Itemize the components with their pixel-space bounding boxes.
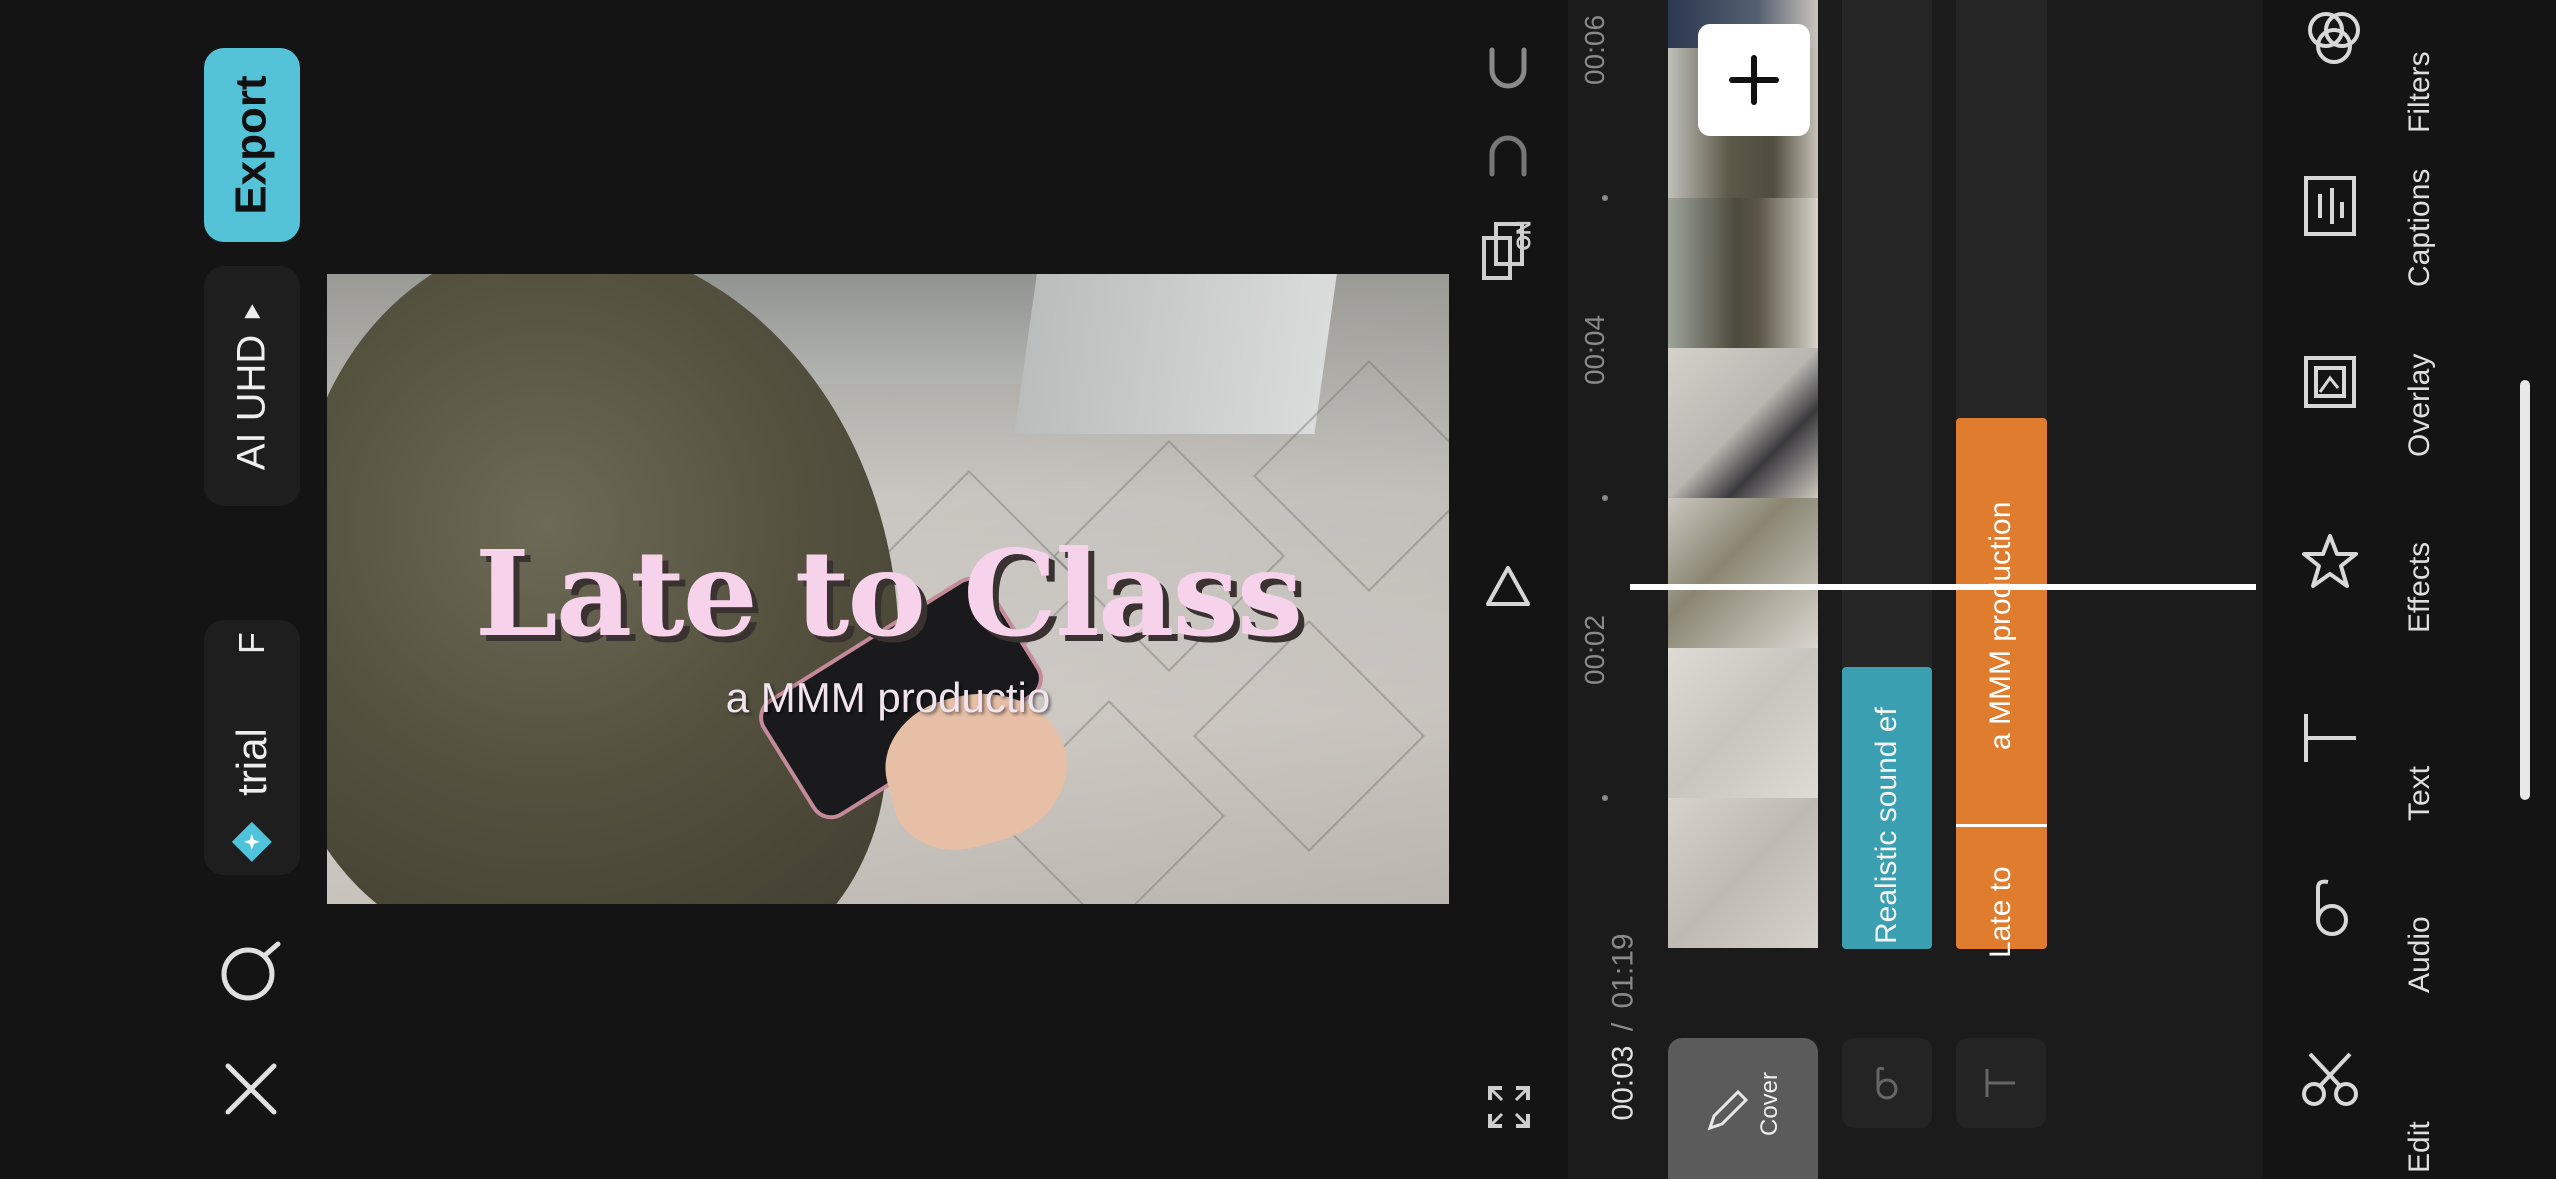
trial-extra-label: F <box>231 631 272 654</box>
video-subtitle-overlay: a MMM productio <box>725 674 1051 721</box>
time-tick: 00:02 <box>1579 614 1611 686</box>
time-tick: 00:04 <box>1579 314 1611 386</box>
tool-audio[interactable]: Audio <box>2290 860 2450 1010</box>
captions-icon <box>2304 176 2356 236</box>
quality-selector[interactable]: AI UHD <box>204 266 300 506</box>
current-time: 00:03 <box>1606 1045 1640 1121</box>
keyframe-on-label: ON <box>1513 220 1536 251</box>
tool-effects[interactable]: Effects <box>2290 520 2450 670</box>
tool-label: Effects <box>2403 541 2436 633</box>
scissors-icon <box>2302 1052 2358 1106</box>
diamond-icon <box>232 821 272 862</box>
tool-edit[interactable]: Edit <box>2290 1020 2450 1173</box>
tool-label: Overlay <box>2403 353 2436 457</box>
plus-icon <box>1729 55 1779 105</box>
fullscreen-icon[interactable] <box>1486 1084 1532 1130</box>
filters-icon <box>2308 12 2360 64</box>
text-clip-label: Late to <box>1984 866 2017 958</box>
music-note-icon <box>1876 1066 1898 1100</box>
tool-captions[interactable]: Captions <box>2290 160 2450 310</box>
tool-label: Captions <box>2403 168 2436 287</box>
trial-label: trial <box>228 727 275 796</box>
sound-effect-clip[interactable]: Realistic sound ef <box>1842 667 1932 949</box>
export-label: Export <box>227 75 277 215</box>
trial-button[interactable]: trial F <box>204 620 300 875</box>
audio-icon <box>2316 879 2348 936</box>
video-frame-thumbnail[interactable] <box>1668 198 1818 350</box>
time-readout: 00:03 / 01:19 <box>1606 933 1640 1121</box>
video-preview[interactable]: Late to Class a MMM productio <box>327 274 1449 904</box>
search-icon[interactable] <box>218 938 284 1004</box>
pencil-icon <box>1707 1089 1749 1131</box>
close-icon[interactable] <box>224 1062 278 1116</box>
video-frame-thumbnail[interactable] <box>1668 348 1818 500</box>
add-clip-button[interactable] <box>1698 24 1810 136</box>
add-text-button[interactable] <box>1956 1038 2046 1128</box>
video-title-overlay: Late to Class <box>474 524 1303 663</box>
caret-right-icon <box>244 304 261 319</box>
tool-text[interactable]: Text <box>2290 690 2450 840</box>
quality-label: AI UHD <box>229 334 274 470</box>
export-button[interactable]: Export <box>204 48 300 242</box>
video-frame-thumbnail[interactable] <box>1668 798 1818 950</box>
effects-icon <box>2302 534 2358 588</box>
text-icon <box>2304 714 2356 762</box>
tool-label: Audio <box>2403 916 2436 993</box>
overlay-icon <box>2304 356 2356 408</box>
cover-button[interactable]: Cover <box>1668 1038 1818 1179</box>
play-icon[interactable] <box>1484 562 1532 610</box>
redo-icon[interactable] <box>1484 44 1532 92</box>
text-t-icon <box>1985 1069 2015 1097</box>
tool-label: Text <box>2403 765 2436 821</box>
video-frame-thumbnail[interactable] <box>1668 498 1818 650</box>
cover-label: Cover <box>1756 1071 1784 1137</box>
text-clip-label: a MMM production <box>1984 501 2017 750</box>
tool-overlay[interactable]: Overlay <box>2290 340 2450 490</box>
playhead[interactable] <box>1630 584 2256 590</box>
tool-label: Filters <box>2403 51 2436 133</box>
text-clip[interactable]: a MMM production Late to <box>1956 418 2047 958</box>
add-audio-button[interactable] <box>1842 1038 1932 1128</box>
keyframe-toggle[interactable]: ON <box>1480 210 1540 282</box>
undo-icon[interactable] <box>1484 132 1532 180</box>
tools-scrollbar[interactable] <box>2520 380 2530 800</box>
tool-label: Edit <box>2403 1121 2436 1173</box>
time-tick: 00:06 <box>1579 14 1611 86</box>
sound-clip-label: Realistic sound ef <box>1870 707 1903 944</box>
tool-filters[interactable]: Filters <box>2290 0 2450 133</box>
video-frame-thumbnail[interactable] <box>1668 648 1818 800</box>
total-time: 01:19 <box>1606 933 1640 1009</box>
